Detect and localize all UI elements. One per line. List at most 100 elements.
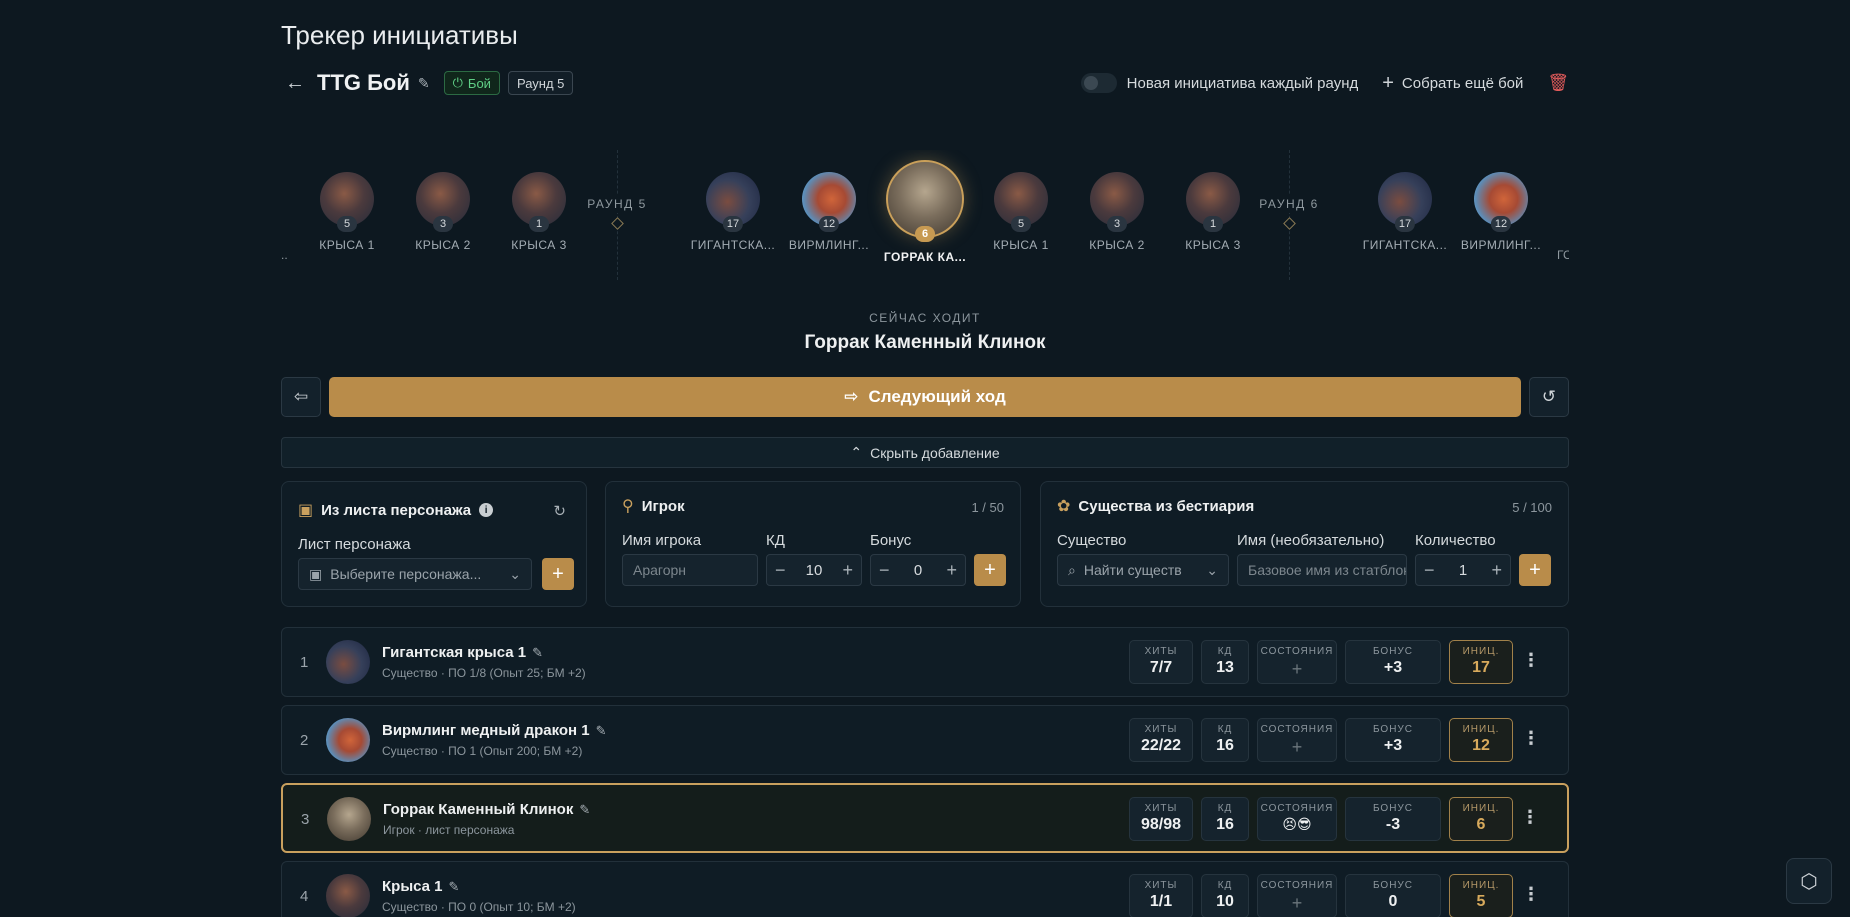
bonus-stat[interactable]: БОНУС 0 <box>1345 874 1441 917</box>
history-button[interactable]: ↺ <box>1529 377 1569 417</box>
timeline-label: ВИРМЛИНГ... <box>1460 238 1542 252</box>
player-bonus-stepper[interactable]: − 0 + <box>870 554 966 586</box>
round-divider-line <box>1289 150 1290 280</box>
timeline-item[interactable]: 1 КРЫСА 3 <box>1165 172 1261 252</box>
next-turn-button[interactable]: ⇨ Следующий ход <box>329 377 1521 417</box>
add-creature-button[interactable]: + <box>1519 554 1551 586</box>
bestiary-name-input[interactable]: Базовое имя из статблока <box>1237 554 1407 586</box>
ac-stat[interactable]: КД 13 <box>1201 640 1249 684</box>
minus-icon[interactable]: − <box>879 560 890 581</box>
avatar: 12 <box>802 172 856 232</box>
plus-icon[interactable]: + <box>1491 560 1502 581</box>
delete-trash-icon[interactable]: 🗑 <box>1547 73 1569 93</box>
more-menu-icon[interactable]: ⋮ <box>1522 884 1540 905</box>
edit-pencil-icon[interactable]: ✎ <box>449 879 460 894</box>
bonus-stat[interactable]: БОНУС +3 <box>1345 718 1441 762</box>
hp-stat[interactable]: ХИТЫ 7/7 <box>1129 640 1193 684</box>
player-name-input[interactable]: Арагорн <box>622 554 758 586</box>
timeline-label: КРЫСА 1 <box>993 238 1049 252</box>
init-stat[interactable]: ИНИЦ. 5 <box>1449 874 1513 917</box>
plus-icon[interactable]: + <box>842 560 853 581</box>
combatant-name: Горрак Каменный Клинок ✎ <box>383 801 590 818</box>
more-menu-icon[interactable]: ⋮ <box>1521 807 1539 828</box>
edit-name-pencil-icon[interactable]: ✎ <box>418 75 430 92</box>
round-divider: РАУНД 6 <box>1249 150 1329 280</box>
conditions-stat[interactable]: СОСТОЯНИЯ + <box>1257 874 1337 917</box>
timeline-label: КРЫСА 3 <box>511 238 567 252</box>
conditions-label: СОСТОЯНИЯ <box>1260 724 1334 735</box>
conditions-value: + <box>1291 737 1303 757</box>
ac-stat[interactable]: КД 16 <box>1201 718 1249 762</box>
bonus-stat[interactable]: БОНУС -3 <box>1345 797 1441 841</box>
conditions-stat[interactable]: СОСТОЯНИЯ + <box>1257 718 1337 762</box>
ac-stat[interactable]: КД 10 <box>1201 874 1249 917</box>
ac-label: КД <box>1217 803 1233 814</box>
bonus-label: БОНУС <box>1372 724 1414 735</box>
timeline-item[interactable]: 3 КРЫСА 2 <box>1069 172 1165 252</box>
combatant-row[interactable]: 2 Вирмлинг медный дракон 1 ✎ Существо · П… <box>281 705 1569 775</box>
init-stat[interactable]: ИНИЦ. 17 <box>1449 640 1513 684</box>
combatant-order: 2 <box>300 732 309 749</box>
init-value: 17 <box>1472 659 1490 676</box>
timeline-item[interactable]: 17 ГИГАНТСКА... <box>1357 172 1453 252</box>
encounter-name: TTG Бой <box>317 70 410 95</box>
hp-stat[interactable]: ХИТЫ 1/1 <box>1129 874 1193 917</box>
ac-stat[interactable]: КД 16 <box>1201 797 1249 841</box>
combatant-row[interactable]: 4 Крыса 1 ✎ Существо · ПО 0 (Опыт 10; БМ … <box>281 861 1569 917</box>
timeline-init: 1 <box>1203 216 1223 232</box>
minus-icon[interactable]: − <box>775 560 786 581</box>
add-encounter-button[interactable]: + Собрать ещё бой <box>1382 72 1523 95</box>
edit-pencil-icon[interactable]: ✎ <box>579 802 590 817</box>
init-stat[interactable]: ИНИЦ. 6 <box>1449 797 1513 841</box>
timeline-item[interactable]: 12 ВИРМЛИНГ... <box>1453 172 1549 252</box>
creature-search[interactable]: ⌕ Найти существо ⌄ <box>1057 554 1229 586</box>
new-init-toggle[interactable]: Новая инициатива каждый раунд <box>1080 73 1358 93</box>
conditions-label: СОСТОЯНИЯ <box>1260 880 1334 891</box>
hp-stat[interactable]: ХИТЫ 22/22 <box>1129 718 1193 762</box>
timeline-item[interactable]: 17 ГИГАНТСКА... <box>685 172 781 252</box>
timeline-item[interactable]: 12 ВИРМЛИНГ... <box>781 172 877 252</box>
bonus-stat[interactable]: БОНУС +3 <box>1345 640 1441 684</box>
player-ac-stepper[interactable]: − 10 + <box>766 554 862 586</box>
timeline-item-current[interactable]: 6 ГОРРАК КА... <box>877 160 973 264</box>
info-icon[interactable]: i <box>479 503 494 517</box>
hp-label: ХИТЫ <box>1144 646 1178 657</box>
creature-search-placeholder: Найти существо <box>1083 562 1182 578</box>
add-player-button[interactable]: + <box>974 554 1006 586</box>
refresh-icon[interactable]: ↻ <box>553 502 566 520</box>
current-turn-name: Горрак Каменный Клинок <box>804 332 1046 353</box>
combatant-row[interactable]: 1 Гигантская крыса 1 ✎ Существо · ПО 1/8 … <box>281 627 1569 697</box>
timeline-init: 5 <box>337 216 357 232</box>
back-arrow-icon[interactable]: ← <box>281 69 309 97</box>
ac-label: КД <box>1217 724 1233 735</box>
conditions-stat[interactable]: СОСТОЯНИЯ 😣😎 <box>1257 797 1337 841</box>
chevron-up-icon: ⌃ <box>850 444 863 460</box>
timeline-item[interactable]: 5 КРЫСА 1 <box>299 172 395 252</box>
more-menu-icon[interactable]: ⋮ <box>1522 650 1540 671</box>
previous-turn-button[interactable]: ⇦ <box>281 377 321 417</box>
hide-add-toggle[interactable]: ⌃ Скрыть добавление <box>281 437 1569 468</box>
add-from-sheet-button[interactable]: + <box>542 558 574 590</box>
timeline-item[interactable]: 1 КРЫСА 3 <box>491 172 587 252</box>
combatant-order: 3 <box>301 811 310 828</box>
quantity-stepper[interactable]: − 1 + <box>1415 554 1511 586</box>
minus-icon[interactable]: − <box>1424 560 1435 581</box>
ac-label: КД <box>1217 646 1233 657</box>
bestiary-title: ✿ Существа из бестиария <box>1057 496 1552 516</box>
timeline-init: 12 <box>818 216 840 232</box>
combatant-subtitle: Игрок · лист персонажа <box>383 823 515 837</box>
combatant-row-active[interactable]: 3 Горрак Каменный Клинок ✎ Игрок · лист п… <box>281 783 1569 853</box>
conditions-stat[interactable]: СОСТОЯНИЯ + <box>1257 640 1337 684</box>
timeline-item[interactable]: 5 КРЫСА 1 <box>973 172 1069 252</box>
init-stat[interactable]: ИНИЦ. 12 <box>1449 718 1513 762</box>
more-menu-icon[interactable]: ⋮ <box>1522 728 1540 749</box>
sheet-select[interactable]: ▣ Выберите персонажа... ⌄ <box>298 558 532 590</box>
toggle-switch[interactable] <box>1080 73 1117 93</box>
plus-icon[interactable]: + <box>946 560 957 581</box>
init-label: ИНИЦ. <box>1462 724 1500 735</box>
timeline-item[interactable]: 3 КРЫСА 2 <box>395 172 491 252</box>
hp-stat[interactable]: ХИТЫ 98/98 <box>1129 797 1193 841</box>
edit-pencil-icon[interactable]: ✎ <box>532 645 543 660</box>
dice-icon[interactable]: ⬡ <box>1786 858 1832 904</box>
edit-pencil-icon[interactable]: ✎ <box>596 723 607 738</box>
